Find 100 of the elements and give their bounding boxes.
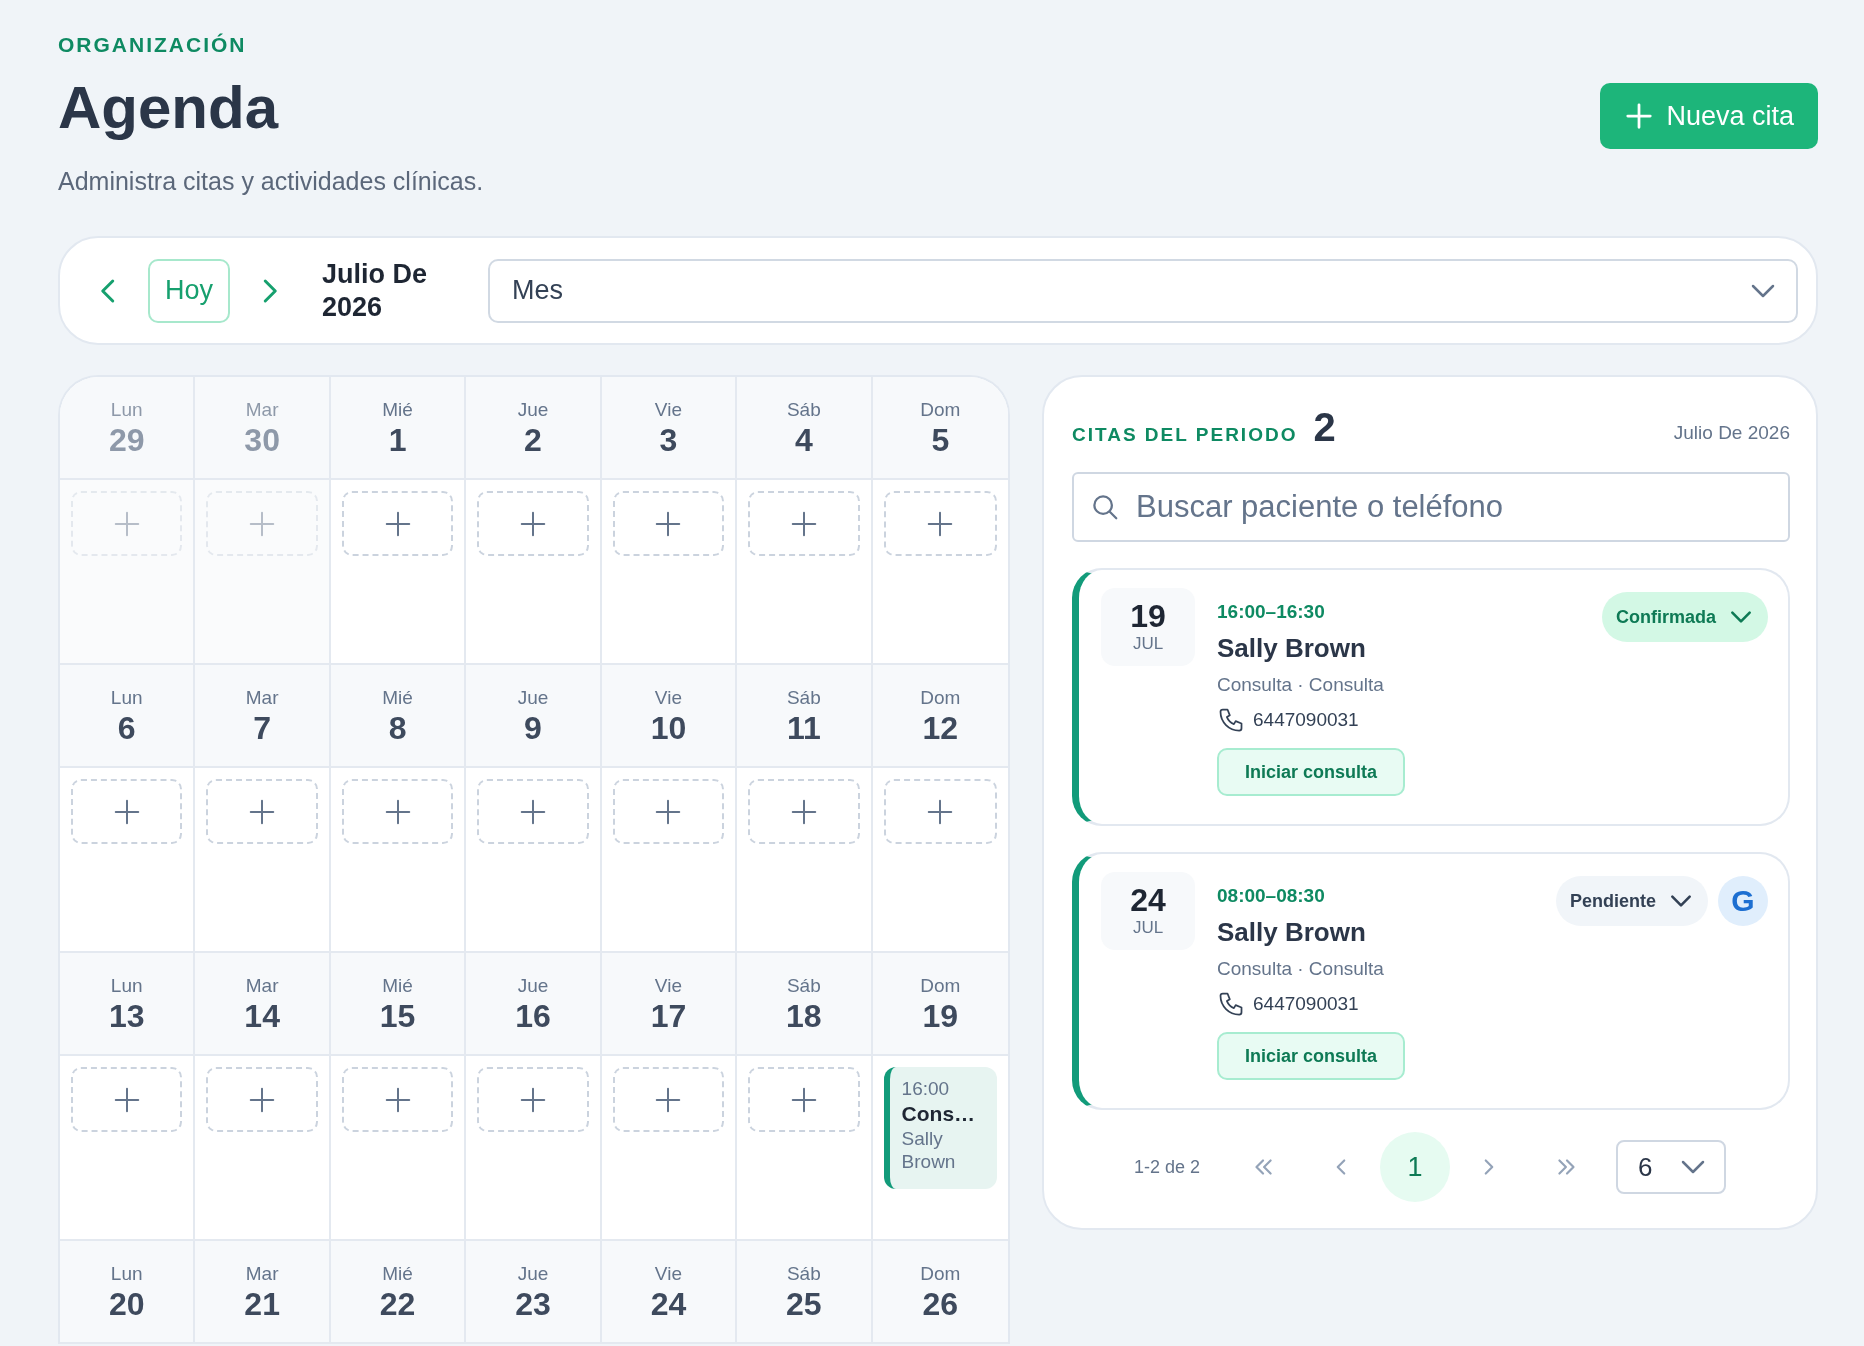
day-number: 10 — [650, 709, 687, 746]
add-slot-button[interactable] — [341, 1067, 454, 1132]
weekday-label: Sáb — [786, 973, 821, 998]
day-number: 22 — [379, 1285, 416, 1322]
day-number: 2 — [524, 421, 542, 458]
add-slot-button[interactable] — [71, 779, 183, 844]
day-number: 6 — [117, 709, 136, 746]
page-title: Agenda — [58, 73, 280, 143]
weekday-label: Mié — [382, 397, 413, 422]
start-consultation-button[interactable]: Iniciar consulta — [1217, 1032, 1406, 1080]
search-field[interactable]: Buscar paciente o teléfono — [1072, 472, 1790, 542]
day-number: 15 — [379, 997, 416, 1034]
day-number: 29 — [108, 421, 145, 458]
appointment-count: 2 — [1313, 405, 1336, 450]
weekday-label: Sáb — [786, 1261, 821, 1286]
day-number: 17 — [650, 997, 687, 1034]
day-number: 12 — [922, 709, 959, 746]
day-number: 26 — [922, 1285, 959, 1322]
day-number: 1 — [388, 421, 407, 458]
add-slot-button[interactable] — [341, 779, 454, 844]
add-slot-button[interactable] — [477, 491, 589, 556]
date-badge: 24 JUL — [1101, 872, 1195, 950]
panel-title: CITAS DEL PERIODO — [1072, 424, 1298, 446]
day-number: 19 — [922, 997, 959, 1034]
add-slot-button[interactable] — [206, 1067, 318, 1132]
day-number: 30 — [244, 421, 280, 458]
weekday-label: Lun — [110, 685, 143, 710]
weekday-label: Mar — [245, 1261, 279, 1286]
weekday-label: Sáb — [786, 685, 821, 710]
day-number: 14 — [244, 997, 280, 1034]
day-number: 21 — [244, 1285, 280, 1322]
status-dropdown[interactable]: Pendiente — [1555, 876, 1708, 926]
weekday-label: Mié — [382, 973, 413, 998]
add-slot-button[interactable] — [206, 491, 318, 556]
day-number: 23 — [515, 1285, 551, 1322]
day-number: 3 — [659, 421, 678, 458]
add-slot-button[interactable] — [71, 491, 183, 556]
weekday-label: Lun — [110, 1261, 143, 1286]
page-button[interactable]: 1 — [1380, 1132, 1451, 1202]
weekday-label: Mar — [245, 973, 279, 998]
event-chip[interactable]: 16:00 Cons… Sally Brown — [883, 1067, 997, 1189]
add-slot-button[interactable] — [206, 779, 318, 844]
period-label: Julio De 2026 — [322, 257, 429, 324]
add-slot-button[interactable] — [612, 779, 725, 844]
add-slot-button[interactable] — [748, 779, 860, 844]
weekday-label: Vie — [654, 685, 682, 710]
weekday-label: Mar — [245, 397, 279, 422]
phone-icon — [1217, 706, 1245, 734]
weekday-label: Lun — [110, 397, 143, 422]
weekday-label: Vie — [654, 1261, 682, 1286]
section-label: ORGANIZACIÓN — [58, 32, 248, 58]
day-number: 9 — [524, 709, 542, 746]
phone-number: 6447090031 — [1253, 709, 1359, 731]
day-number: 16 — [515, 997, 551, 1034]
add-slot-button[interactable] — [71, 1067, 183, 1132]
time-range: 16:00–16:30 — [1217, 600, 1325, 624]
weekday-label: Dom — [920, 685, 961, 710]
weekday-label: Mar — [245, 685, 279, 710]
appointment-type: Consulta · Consulta — [1217, 957, 1384, 981]
patient-name: Sally Brown — [1217, 916, 1366, 948]
add-slot-button[interactable] — [883, 779, 997, 844]
status-dropdown[interactable]: Confirmada — [1602, 592, 1768, 642]
patient-name: Sally Brown — [1217, 632, 1366, 664]
page-size-select[interactable]: 6 — [1616, 1140, 1727, 1194]
start-consultation-button[interactable]: Iniciar consulta — [1217, 748, 1406, 796]
weekday-label: Dom — [920, 1261, 961, 1286]
period-label: Julio De 2026 — [1673, 422, 1790, 444]
pagination-range: 1-2 de 2 — [1134, 1156, 1201, 1178]
new-appointment-button[interactable]: Nueva cita — [1600, 83, 1818, 149]
add-slot-button[interactable] — [341, 491, 454, 556]
add-slot-button[interactable] — [748, 1067, 860, 1132]
weekday-label: Dom — [920, 973, 961, 998]
weekday-label: Sáb — [786, 397, 821, 422]
appointment-type: Consulta · Consulta — [1217, 673, 1384, 697]
day-number: 20 — [108, 1285, 145, 1322]
sync-badge: G — [1718, 876, 1768, 926]
phone-number: 6447090031 — [1253, 993, 1359, 1015]
add-slot-button[interactable] — [883, 491, 997, 556]
weekday-label: Jue — [517, 685, 549, 710]
day-number: 8 — [388, 709, 407, 746]
weekday-label: Mié — [382, 685, 413, 710]
phone-icon — [1217, 990, 1245, 1018]
weekday-label: Mié — [382, 1261, 413, 1286]
weekday-label: Jue — [517, 397, 549, 422]
add-slot-button[interactable] — [612, 491, 725, 556]
day-number: 11 — [786, 709, 821, 746]
add-slot-button[interactable] — [477, 1067, 589, 1132]
time-range: 08:00–08:30 — [1217, 884, 1325, 908]
weekday-label: Dom — [920, 397, 961, 422]
day-number: 7 — [253, 709, 272, 746]
page-subtitle: Administra citas y actividades clínicas. — [58, 166, 484, 197]
day-number: 18 — [786, 997, 822, 1034]
add-slot-button[interactable] — [748, 491, 860, 556]
weekday-label: Lun — [110, 973, 143, 998]
add-slot-button[interactable] — [477, 779, 589, 844]
add-slot-button[interactable] — [612, 1067, 725, 1132]
view-select[interactable]: Mes — [488, 258, 1798, 323]
today-button[interactable]: Hoy — [148, 258, 230, 323]
day-number: 13 — [108, 997, 145, 1034]
day-number: 4 — [794, 421, 813, 458]
